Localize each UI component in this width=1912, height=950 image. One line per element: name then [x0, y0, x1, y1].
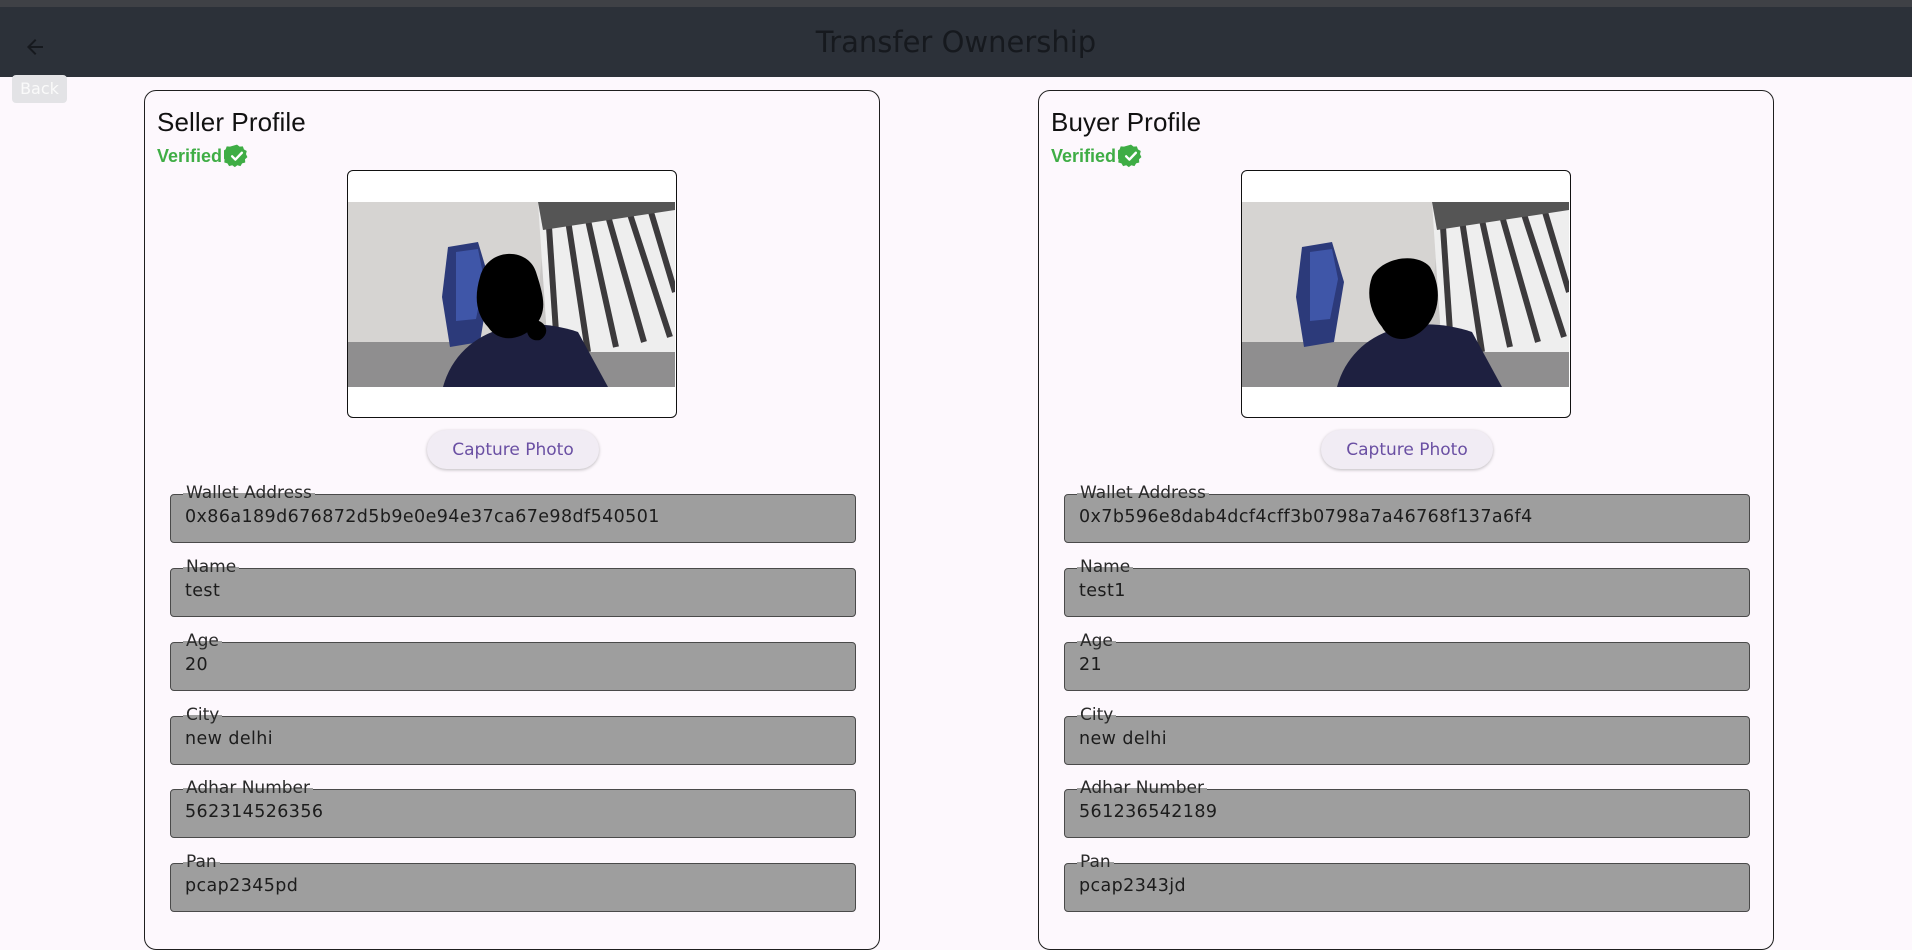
back-tooltip: Back	[12, 75, 67, 103]
field-label: City	[1077, 705, 1117, 725]
field-value: 561236542189	[1079, 802, 1218, 822]
seller-verified-status: Verified	[157, 143, 250, 169]
buyer-verified-status: Verified	[1051, 143, 1144, 169]
verified-badge-icon	[224, 144, 248, 168]
seller-captured-photo	[348, 202, 675, 387]
seller-adhar-number-field[interactable]: Adhar Number 562314526356	[170, 778, 856, 838]
field-value: 562314526356	[185, 802, 324, 822]
buyer-profile-title: Buyer Profile	[1051, 107, 1202, 137]
seller-city-field[interactable]: City new delhi	[170, 705, 856, 765]
buyer-profile-card: Buyer Profile Verified Capture Photo Wal…	[1038, 90, 1774, 950]
field-value: new delhi	[185, 729, 274, 749]
field-label: Age	[1077, 631, 1116, 651]
arrow-left-icon	[27, 39, 43, 55]
back-button[interactable]	[14, 26, 56, 68]
field-label: Pan	[183, 852, 220, 872]
verified-label: Verified	[157, 145, 223, 166]
field-value: 20	[185, 655, 209, 675]
field-value: pcap2345pd	[185, 876, 299, 896]
seller-pan-field[interactable]: Pan pcap2345pd	[170, 852, 856, 912]
field-label: Pan	[1077, 852, 1114, 872]
buyer-captured-photo	[1242, 202, 1569, 387]
field-value: test	[185, 581, 221, 601]
field-label: Adhar Number	[1077, 778, 1207, 798]
buyer-name-field[interactable]: Name test1	[1064, 557, 1750, 617]
field-value: test1	[1079, 581, 1126, 601]
field-value: 0x86a189d676872d5b9e0e94e37ca67e98df5405…	[185, 507, 660, 527]
field-label: City	[183, 705, 223, 725]
verified-label: Verified	[1051, 145, 1117, 166]
field-label: Name	[1077, 557, 1134, 577]
seller-name-field[interactable]: Name test	[170, 557, 856, 617]
seller-profile-card: Seller Profile Verified Capture Photo Wa…	[144, 90, 880, 950]
buyer-age-field[interactable]: Age 21	[1064, 631, 1750, 691]
verified-badge-icon	[1118, 144, 1142, 168]
buyer-pan-field[interactable]: Pan pcap2343jd	[1064, 852, 1750, 912]
field-value: pcap2343jd	[1079, 876, 1187, 896]
buyer-adhar-number-field[interactable]: Adhar Number 561236542189	[1064, 778, 1750, 838]
buyer-photo-frame	[1241, 170, 1571, 418]
seller-photo-frame	[347, 170, 677, 418]
field-value: 21	[1079, 655, 1103, 675]
seller-wallet-address-field[interactable]: Wallet Address 0x86a189d676872d5b9e0e94e…	[170, 483, 856, 543]
seller-age-field[interactable]: Age 20	[170, 631, 856, 691]
page-title: Transfer Ownership	[815, 25, 1097, 59]
seller-capture-photo-button[interactable]: Capture Photo	[427, 430, 599, 469]
field-value: 0x7b596e8dab4dcf4cff3b0798a7a46768f137a6…	[1079, 507, 1533, 527]
field-label: Wallet Address	[1077, 483, 1209, 503]
buyer-city-field[interactable]: City new delhi	[1064, 705, 1750, 765]
app-bar: Transfer Ownership	[0, 7, 1912, 77]
window-top-strip	[0, 0, 1912, 7]
field-label: Wallet Address	[183, 483, 315, 503]
field-value: new delhi	[1079, 729, 1168, 749]
field-label: Age	[183, 631, 222, 651]
field-label: Name	[183, 557, 240, 577]
seller-profile-title: Seller Profile	[157, 107, 306, 137]
buyer-capture-photo-button[interactable]: Capture Photo	[1321, 430, 1493, 469]
buyer-wallet-address-field[interactable]: Wallet Address 0x7b596e8dab4dcf4cff3b079…	[1064, 483, 1750, 543]
field-label: Adhar Number	[183, 778, 313, 798]
